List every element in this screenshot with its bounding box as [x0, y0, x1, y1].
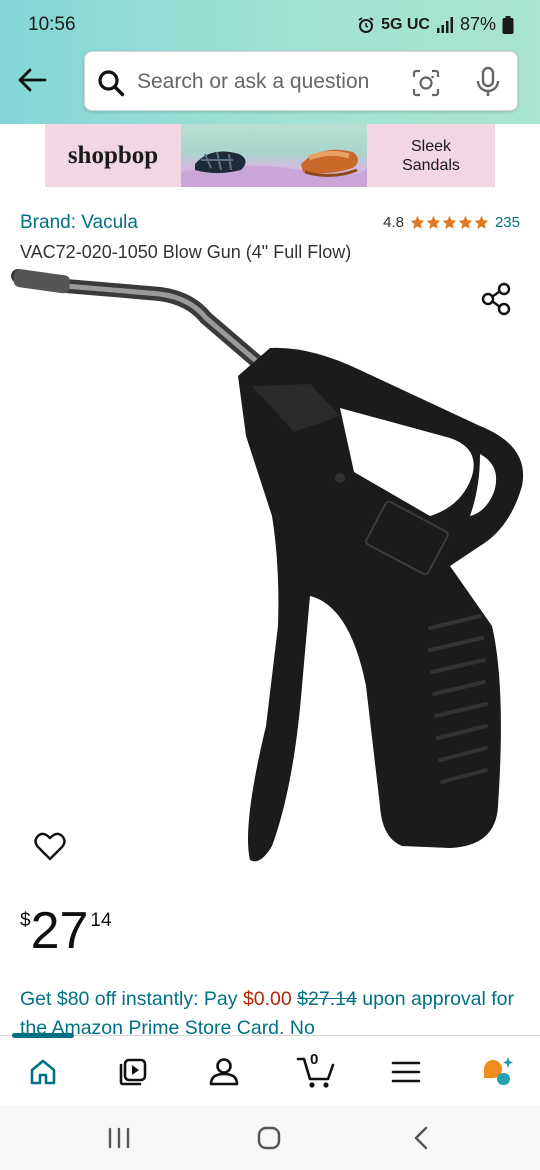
status-bar: 10:56 5G UC 87%: [0, 0, 540, 50]
sponsored-ad-banner[interactable]: shopbop Sleek Sandals: [45, 124, 495, 187]
star-icon: [426, 215, 441, 229]
brand-link[interactable]: Brand: Vacula: [20, 212, 138, 234]
system-back-button[interactable]: [406, 1123, 436, 1153]
price-whole: 27: [30, 902, 89, 960]
rufus-icon: [484, 1057, 513, 1085]
active-tab-indicator: [12, 1033, 74, 1038]
home-system-button[interactable]: [254, 1123, 284, 1153]
star-icon: [410, 215, 425, 229]
camera-icon[interactable]: [411, 68, 441, 98]
chevron-left-icon: [414, 1126, 428, 1150]
product-image[interactable]: [10, 266, 530, 876]
menu-icon: [391, 1061, 421, 1083]
price-symbol: $: [20, 910, 31, 931]
back-button[interactable]: [14, 62, 50, 98]
product-price: $ 27 14: [20, 900, 112, 962]
star-icon: [442, 215, 457, 229]
cart-count: 0: [310, 1051, 319, 1068]
nav-cart[interactable]: 0: [296, 1051, 336, 1090]
nav-video[interactable]: [115, 1054, 151, 1090]
battery-icon: [502, 15, 514, 34]
app-header: 10:56 5G UC 87%: [0, 0, 540, 124]
star-icon: [458, 215, 473, 229]
battery-label: 87%: [459, 14, 496, 34]
promo-new-price: $0.00: [242, 988, 292, 1010]
ad-image: [181, 124, 367, 187]
price-fraction: 14: [90, 910, 112, 931]
video-icon: [119, 1058, 147, 1086]
search-input[interactable]: [137, 60, 387, 104]
signal-icon: [436, 16, 453, 33]
promo-old-price: $27.14: [297, 988, 357, 1010]
product-title: VAC72-020-1050 Blow Gun (4" Full Flow): [20, 242, 352, 262]
nav-home[interactable]: [25, 1054, 61, 1090]
search-icon: [98, 70, 125, 97]
home-icon: [30, 1059, 56, 1085]
ad-brand: shopbop: [45, 124, 181, 187]
promo-text-part1: Get $80 off instantly: Pay: [20, 988, 243, 1010]
ad-tagline: Sleek Sandals: [367, 124, 495, 187]
network-label: 5G UC: [381, 15, 430, 33]
account-icon: [209, 1058, 239, 1086]
nav-menu[interactable]: [388, 1054, 424, 1090]
alarm-icon: [358, 16, 374, 33]
mic-icon[interactable]: [475, 66, 501, 98]
search-bar[interactable]: [84, 51, 518, 111]
star-rating: [410, 215, 489, 230]
heart-icon[interactable]: [34, 832, 66, 862]
rating-summary[interactable]: 4.8 235: [383, 214, 520, 231]
back-arrow-icon: [18, 68, 47, 92]
recent-apps-button[interactable]: [104, 1123, 134, 1153]
rating-value: 4.8: [383, 214, 404, 231]
nav-rufus[interactable]: [478, 1054, 514, 1090]
ad-tagline-line1: Sleek: [410, 137, 452, 155]
rating-count[interactable]: 235: [495, 214, 520, 231]
status-time: 10:56: [28, 14, 76, 35]
recent-apps-icon: [108, 1127, 130, 1149]
bottom-navigation: 0: [0, 1033, 540, 1105]
home-circle-icon: [257, 1126, 281, 1150]
share-icon[interactable]: [480, 282, 512, 316]
system-navigation: [0, 1105, 540, 1170]
star-icon: [474, 215, 489, 229]
ad-tagline-line2: Sandals: [402, 156, 460, 174]
sandals-illustration: [181, 149, 367, 187]
status-indicators: 5G UC 87%: [357, 14, 514, 35]
nav-account[interactable]: [206, 1054, 242, 1090]
